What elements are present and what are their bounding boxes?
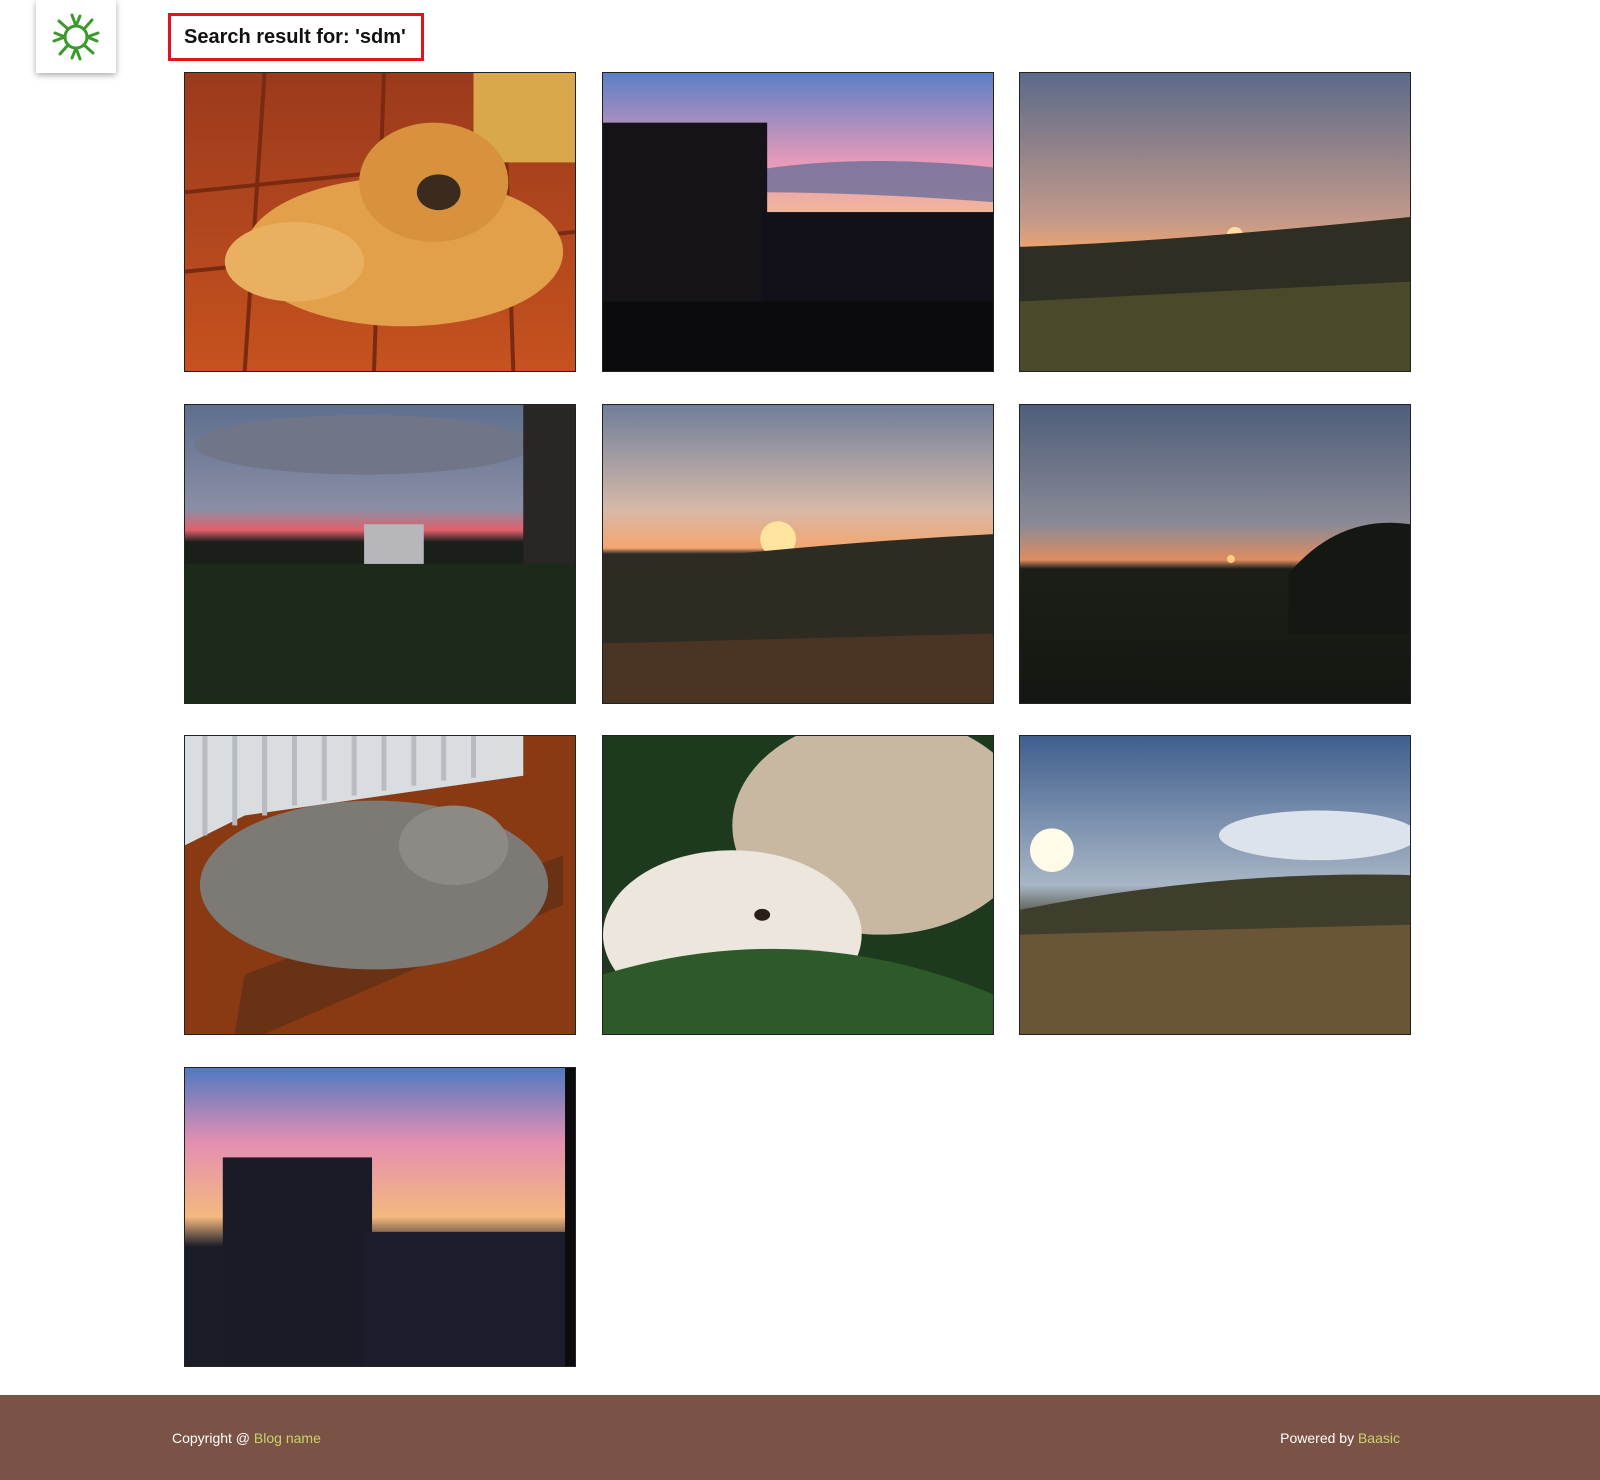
sunburst-logo-icon	[52, 13, 100, 60]
logo[interactable]	[36, 0, 116, 73]
powered-by-text: Powered by Baasic	[1280, 1430, 1400, 1446]
search-result-title: Search result for: 'sdm'	[168, 13, 424, 61]
result-photo-field-sunset[interactable]	[602, 404, 994, 704]
result-photo-city-sunset[interactable]	[184, 1067, 576, 1367]
copyright-prefix: Copyright @	[172, 1430, 254, 1446]
copyright-text: Copyright @ Blog name	[172, 1430, 321, 1446]
powered-by-prefix: Powered by	[1280, 1430, 1358, 1446]
baasic-link[interactable]: Baasic	[1358, 1430, 1400, 1446]
result-photo-dog[interactable]	[184, 72, 576, 372]
result-photo-field-sunset[interactable]	[1019, 72, 1411, 372]
result-photo-cat-and-dog[interactable]	[602, 735, 994, 1035]
blog-name-link[interactable]: Blog name	[254, 1430, 321, 1446]
result-photo-cat[interactable]	[184, 735, 576, 1035]
result-photo-city-sunset[interactable]	[602, 72, 994, 372]
result-photo-field-sun[interactable]	[1019, 735, 1411, 1035]
result-photo-field-sunset[interactable]	[1019, 404, 1411, 704]
result-photo-city-sunset-clouds[interactable]	[184, 404, 576, 704]
footer: Copyright @ Blog name Powered by Baasic	[0, 1395, 1600, 1480]
